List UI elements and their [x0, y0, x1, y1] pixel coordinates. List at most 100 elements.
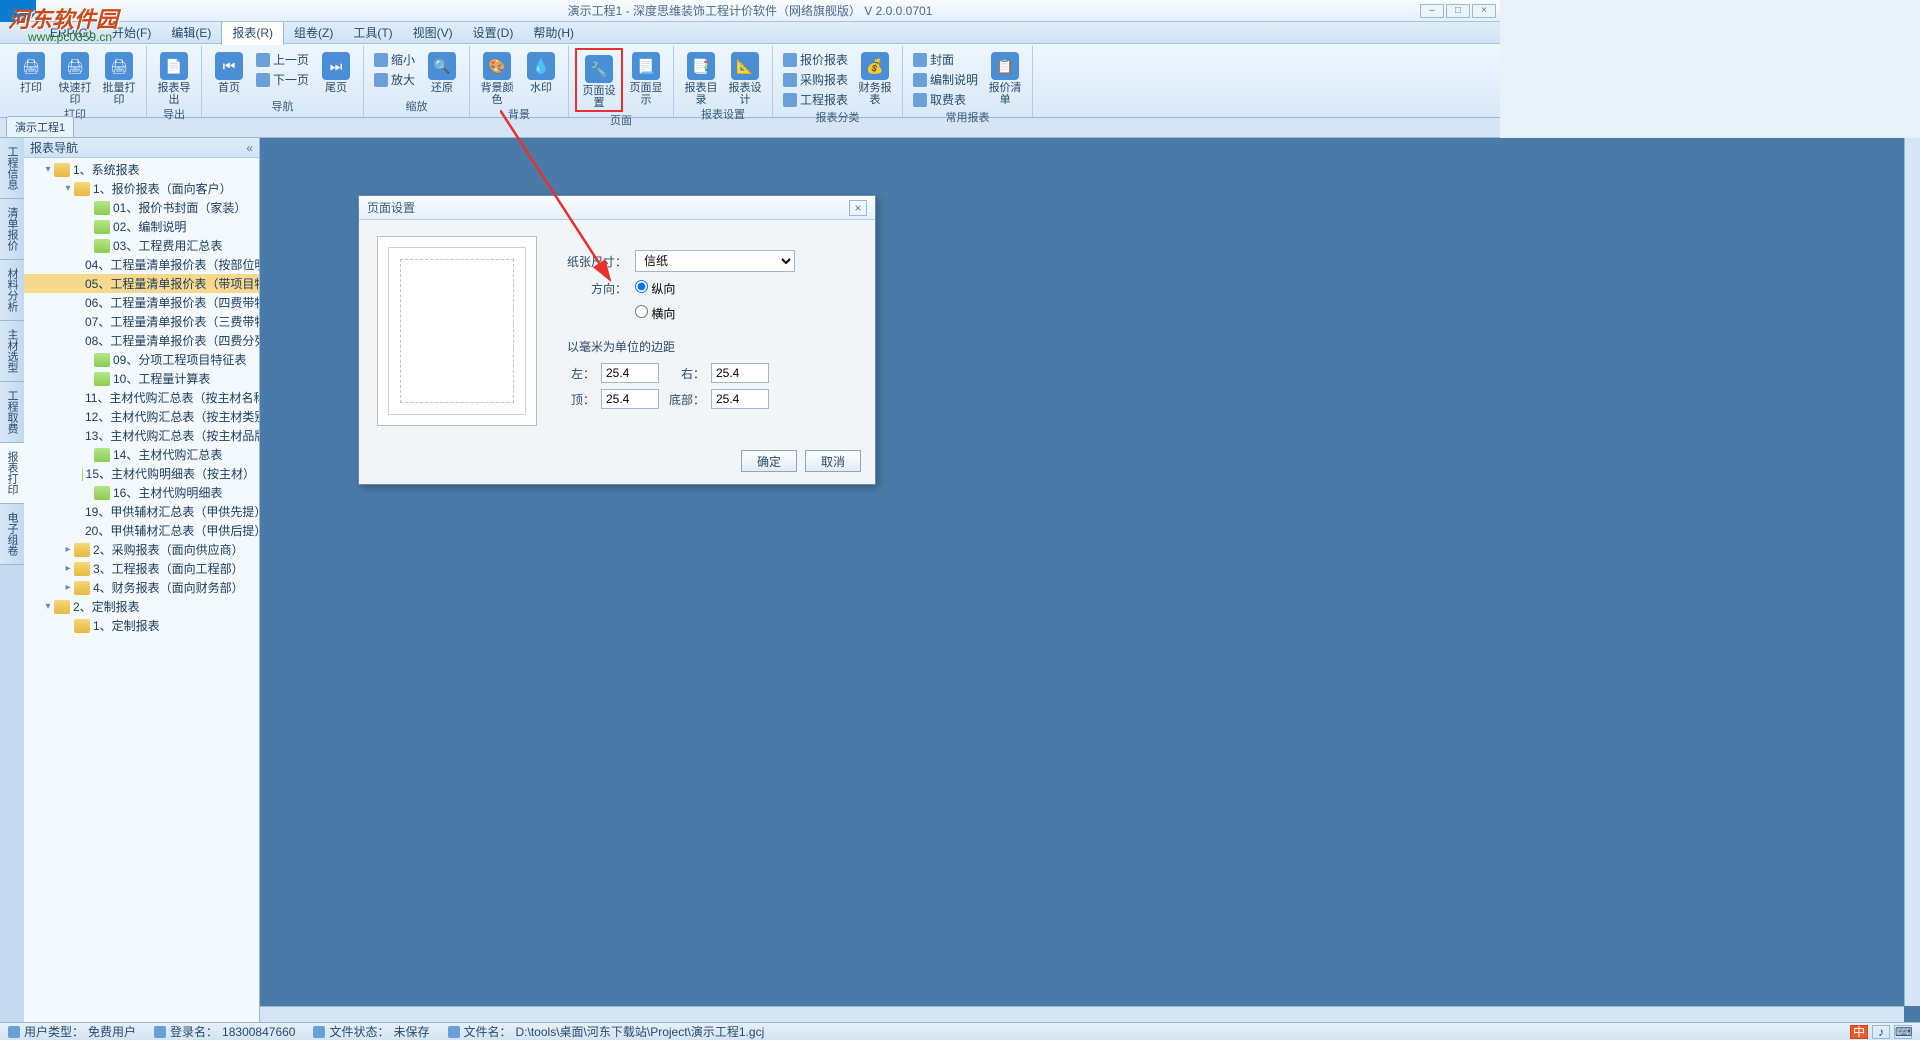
- margin-top-input[interactable]: [601, 389, 659, 409]
- tree-item[interactable]: 13、主材代购汇总表（按主材品牌）: [24, 426, 259, 445]
- tree-folder[interactable]: ▸2、采购报表（面向供应商）: [24, 540, 259, 559]
- tree-item[interactable]: 01、报价书封面（家装）: [24, 198, 259, 217]
- batch-print-button[interactable]: 🖨批量打印: [98, 48, 140, 106]
- login-icon: [154, 1026, 166, 1038]
- ok-button[interactable]: 确定: [741, 450, 797, 472]
- side-tab-material[interactable]: 材料分析: [0, 260, 24, 321]
- desc-button[interactable]: 编制说明: [909, 70, 982, 89]
- finance-report-button[interactable]: 💰财务报表: [854, 48, 896, 106]
- tray-icon[interactable]: ⌨: [1894, 1025, 1912, 1039]
- report-design-button[interactable]: 📐报表设计: [724, 48, 766, 106]
- report-catalog-button[interactable]: 📑报表目录: [680, 48, 722, 106]
- tree-folder[interactable]: 1、定制报表: [24, 616, 259, 635]
- last-page-button[interactable]: ⏭尾页: [315, 48, 357, 94]
- margin-bottom-input[interactable]: [711, 389, 769, 409]
- tree-item[interactable]: 10、工程量计算表: [24, 369, 259, 388]
- tree-item[interactable]: 02、编制说明: [24, 217, 259, 236]
- side-tab-print[interactable]: 报表打印: [0, 443, 24, 504]
- page-setup-dialog: 页面设置× 纸张尺寸： 信纸 方向： 纵向 横向 以毫米为单位的边距 左： 右：…: [358, 195, 876, 485]
- side-tab-main[interactable]: 主材选型: [0, 321, 24, 382]
- menu-report[interactable]: 报表(R): [221, 20, 284, 45]
- menu-setting[interactable]: 设置(D): [463, 21, 524, 44]
- margin-right-input[interactable]: [711, 363, 769, 383]
- dialog-title: 页面设置: [367, 199, 415, 216]
- landscape-radio[interactable]: 横向: [635, 305, 675, 322]
- cancel-button[interactable]: 取消: [805, 450, 861, 472]
- user-icon: [8, 1026, 20, 1038]
- prev-page-button[interactable]: 上一页: [252, 50, 313, 69]
- zoom-in-button[interactable]: 放大: [370, 70, 419, 89]
- next-page-button[interactable]: 下一页: [252, 70, 313, 89]
- tree-item[interactable]: 19、甲供辅材汇总表（甲供先提）: [24, 502, 259, 521]
- dialog-close-button[interactable]: ×: [849, 200, 867, 216]
- account-button[interactable]: 取费表: [909, 90, 982, 109]
- first-page-button[interactable]: ⏮首页: [208, 48, 250, 94]
- quote-report-button[interactable]: 报价报表: [779, 50, 852, 69]
- quick-print-button[interactable]: 🖨快速打印: [54, 48, 96, 106]
- quote-list-button[interactable]: 📋报价清单: [984, 48, 1026, 106]
- menu-edit[interactable]: 编辑(E): [161, 21, 221, 44]
- page-setup-button[interactable]: 🔧页面设置: [578, 51, 620, 109]
- cover-button[interactable]: 封面: [909, 50, 982, 69]
- portrait-radio[interactable]: 纵向: [635, 280, 675, 297]
- app-title: 演示工程1 - 深度思维装饰工程计价软件（网络旗舰版） V 2.0.0.0701: [568, 2, 933, 19]
- tree-root[interactable]: ▾1、系统报表: [24, 160, 259, 179]
- tree-item[interactable]: 20、甲供辅材汇总表（甲供后提）: [24, 521, 259, 540]
- scrollbar-horizontal[interactable]: [260, 1006, 1904, 1022]
- tree-item[interactable]: 16、主材代购明细表: [24, 483, 259, 502]
- tree-folder[interactable]: ▸3、工程报表（面向工程部）: [24, 559, 259, 578]
- menu-help[interactable]: 帮助(H): [523, 21, 584, 44]
- tree-item[interactable]: 05、工程量清单报价表（带项目特征）: [24, 274, 259, 293]
- export-button[interactable]: 📄报表导出: [153, 48, 195, 106]
- print-button[interactable]: 🖨打印: [10, 48, 52, 94]
- purchase-report-button[interactable]: 采购报表: [779, 70, 852, 89]
- menu-group[interactable]: 组卷(Z): [284, 21, 343, 44]
- scrollbar-vertical[interactable]: [1904, 138, 1920, 1006]
- tree-item[interactable]: 11、主材代购汇总表（按主材名称）: [24, 388, 259, 407]
- file-state-icon: [313, 1026, 325, 1038]
- side-tab-info[interactable]: 工程信息: [0, 138, 24, 199]
- collapse-icon[interactable]: «: [246, 141, 253, 155]
- tree-item[interactable]: 07、工程量清单报价表（三费带特征）: [24, 312, 259, 331]
- page-display-button[interactable]: 📃页面显示: [625, 48, 667, 106]
- close-button[interactable]: ×: [1472, 4, 1496, 18]
- side-tab-fee[interactable]: 工程取费: [0, 382, 24, 443]
- project-report-button[interactable]: 工程报表: [779, 90, 852, 109]
- ime-indicator[interactable]: 中: [1850, 1025, 1868, 1039]
- tree-item[interactable]: 04、工程量清单报价表（按部位明细）: [24, 255, 259, 274]
- maximize-button[interactable]: □: [1446, 4, 1470, 18]
- statusbar: 用户类型：免费用户 登录名：18300847660 文件状态：未保存 文件名：D…: [0, 1022, 1920, 1040]
- side-tab-archive[interactable]: 电子组卷: [0, 504, 24, 565]
- menubar: ERP(G) 开始(F) 编辑(E) 报表(R) 组卷(Z) 工具(T) 视图(…: [0, 22, 1500, 44]
- tree-item[interactable]: 15、主材代购明细表（按主材）: [24, 464, 259, 483]
- tree-item[interactable]: 08、工程量清单报价表（四费分列）: [24, 331, 259, 350]
- paper-size-select[interactable]: 信纸: [635, 250, 795, 272]
- ribbon: 🖨打印 🖨快速打印 🖨批量打印 打印 📄报表导出 导出 ⏮首页 上一页 下一页 …: [0, 44, 1500, 118]
- margin-left-input[interactable]: [601, 363, 659, 383]
- bg-color-button[interactable]: 🎨背景颜色: [476, 48, 518, 106]
- tree-folder[interactable]: ▾1、报价报表（面向客户）: [24, 179, 259, 198]
- report-tree: ▾1、系统报表 ▾1、报价报表（面向客户） 01、报价书封面（家装）02、编制说…: [24, 158, 259, 1022]
- file-name-icon: [448, 1026, 460, 1038]
- zoom-out-button[interactable]: 缩小: [370, 50, 419, 69]
- nav-panel: 报表导航« ▾1、系统报表 ▾1、报价报表（面向客户） 01、报价书封面（家装）…: [24, 138, 260, 1022]
- doc-tab[interactable]: 演示工程1: [6, 116, 74, 137]
- tree-item[interactable]: 06、工程量清单报价表（四费带特征）: [24, 293, 259, 312]
- tray-icon[interactable]: ♪: [1872, 1025, 1890, 1039]
- app-orb[interactable]: [0, 0, 36, 22]
- zoom-reset-button[interactable]: 🔍还原: [421, 48, 463, 94]
- tree-item[interactable]: 03、工程费用汇总表: [24, 236, 259, 255]
- menu-tool[interactable]: 工具(T): [343, 21, 402, 44]
- tree-root2[interactable]: ▾2、定制报表: [24, 597, 259, 616]
- menu-start[interactable]: 开始(F): [102, 21, 161, 44]
- menu-view[interactable]: 视图(V): [403, 21, 463, 44]
- titlebar: 演示工程1 - 深度思维装饰工程计价软件（网络旗舰版） V 2.0.0.0701…: [0, 0, 1500, 22]
- tree-folder[interactable]: ▸4、财务报表（面向财务部）: [24, 578, 259, 597]
- tree-item[interactable]: 12、主材代购汇总表（按主材类别）: [24, 407, 259, 426]
- watermark-button[interactable]: 💧水印: [520, 48, 562, 94]
- tree-item[interactable]: 14、主材代购汇总表: [24, 445, 259, 464]
- side-tab-quote[interactable]: 清单报价: [0, 199, 24, 260]
- minimize-button[interactable]: –: [1420, 4, 1444, 18]
- tree-item[interactable]: 09、分项工程项目特征表: [24, 350, 259, 369]
- menu-erp[interactable]: ERP(G): [40, 23, 102, 43]
